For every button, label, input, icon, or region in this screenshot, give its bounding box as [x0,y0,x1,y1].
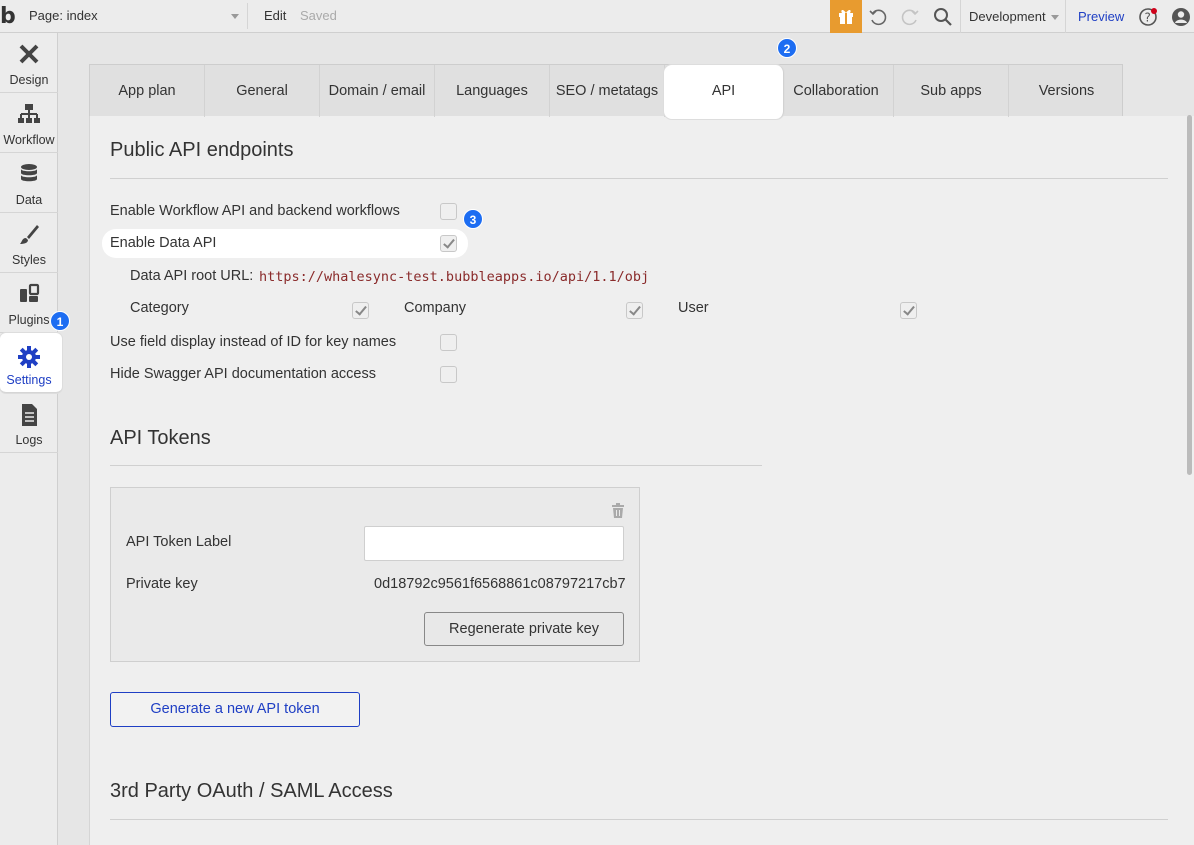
type-checkbox-category[interactable] [352,302,369,319]
root-url-value: https://whalesync-test.bubbleapps.io/api… [259,269,650,285]
divider [110,819,1168,820]
sidebar-item-design[interactable]: Design [0,33,58,93]
help-icon[interactable]: ? [1138,6,1160,28]
field-display-checkbox[interactable] [440,334,457,351]
redo-icon[interactable] [899,6,921,28]
trash-icon[interactable] [611,503,625,519]
private-key-value: 0d18792c9561f6568861c08797217cb7 [374,576,626,592]
type-label-company: Company [404,300,467,316]
public-api-title: Public API endpoints [110,139,294,161]
plugin-icon [20,283,40,302]
sidebar-item-styles[interactable]: Styles [0,213,58,273]
bubble-logo[interactable]: b [0,4,22,29]
environment-label: Development [969,9,1046,24]
regenerate-key-button[interactable]: Regenerate private key [424,612,624,646]
type-label-user: User [678,300,709,316]
field-display-label: Use field display instead of ID for key … [110,334,397,350]
sidebar-item-logs[interactable]: Logs [0,393,58,453]
step-badge-1: 1 [50,311,70,331]
page-select-label: Page: index [29,8,98,23]
token-label-label: API Token Label [126,534,232,550]
type-checkbox-user[interactable] [900,302,917,319]
api-tokens-title: API Tokens [110,427,211,449]
generate-token-button[interactable]: Generate a new API token [110,692,360,727]
saved-status: Saved [300,8,337,23]
data-api-checkbox[interactable] [440,235,457,252]
divider [110,178,1168,179]
workflow-api-checkbox[interactable] [440,203,457,220]
step-badge-3: 3 [463,209,483,229]
step-badge-2: 2 [777,38,797,58]
workflow-api-label: Enable Workflow API and backend workflow… [110,203,400,219]
sidebar-item-label: Logs [15,433,43,447]
root-url-label: Data API root URL: [130,268,254,284]
tab-seo-metatags[interactable]: SEO / metatags [550,65,665,117]
undo-icon[interactable] [867,6,889,28]
gift-button[interactable] [830,0,862,33]
gear-icon [18,346,40,368]
tab-languages[interactable]: Languages [435,65,550,117]
sidebar-item-label: Settings [6,373,52,387]
document-icon [22,404,37,426]
sidebar-item-data[interactable]: Data [0,153,58,213]
tab-app-plan[interactable]: App plan [90,65,205,117]
sidebar-item-label: Data [15,193,43,207]
private-key-label: Private key [126,576,198,592]
tab-general[interactable]: General [205,65,320,117]
edit-menu[interactable]: Edit [264,8,286,23]
search-icon[interactable] [932,6,954,28]
preview-link[interactable]: Preview [1078,9,1124,24]
user-avatar-icon[interactable] [1170,6,1192,28]
sidebar-item-workflow[interactable]: Workflow [0,93,58,153]
svg-text:?: ? [1145,11,1151,25]
api-token-card: API Token Label Private key 0d18792c9561… [110,487,640,662]
vertical-scrollbar[interactable] [1187,115,1192,475]
sidebar: Design Workflow Data Styles Plugins Sett… [0,33,62,845]
token-label-input[interactable] [364,526,624,561]
oauth-title: 3rd Party OAuth / SAML Access [110,780,393,802]
hide-swagger-checkbox[interactable] [440,366,457,383]
settings-tabs: App plan General Domain / email Language… [89,64,1124,119]
sidebar-item-settings[interactable]: Settings [0,333,62,393]
top-bar: b Page: index Edit Saved Development Pre… [0,0,1194,33]
settings-content [89,116,1194,845]
gift-icon [839,9,853,24]
brush-icon [20,225,39,244]
design-icon [19,44,39,64]
sidebar-item-label: Workflow [3,133,55,147]
data-api-label: Enable Data API [110,235,217,251]
tab-domain-email[interactable]: Domain / email [320,65,435,117]
workflow-icon [18,104,40,123]
type-checkbox-company[interactable] [626,302,643,319]
tab-api[interactable]: API [664,65,784,119]
chevron-down-icon [231,14,239,19]
chevron-down-icon [1051,15,1059,20]
tab-collaboration[interactable]: Collaboration [779,65,894,117]
type-label-category: Category [130,300,189,316]
page-select-dropdown[interactable]: Page: index [22,3,248,29]
sidebar-item-label: Design [9,73,49,87]
environment-dropdown[interactable]: Development [960,0,1066,33]
settings-panel: App plan General Domain / email Language… [89,64,1194,845]
sidebar-item-plugins[interactable]: Plugins [0,273,58,333]
tab-sub-apps[interactable]: Sub apps [894,65,1009,117]
database-icon [21,164,37,182]
tab-versions[interactable]: Versions [1009,65,1124,117]
sidebar-item-label: Styles [11,253,47,267]
divider [110,465,762,466]
hide-swagger-label: Hide Swagger API documentation access [110,366,376,382]
